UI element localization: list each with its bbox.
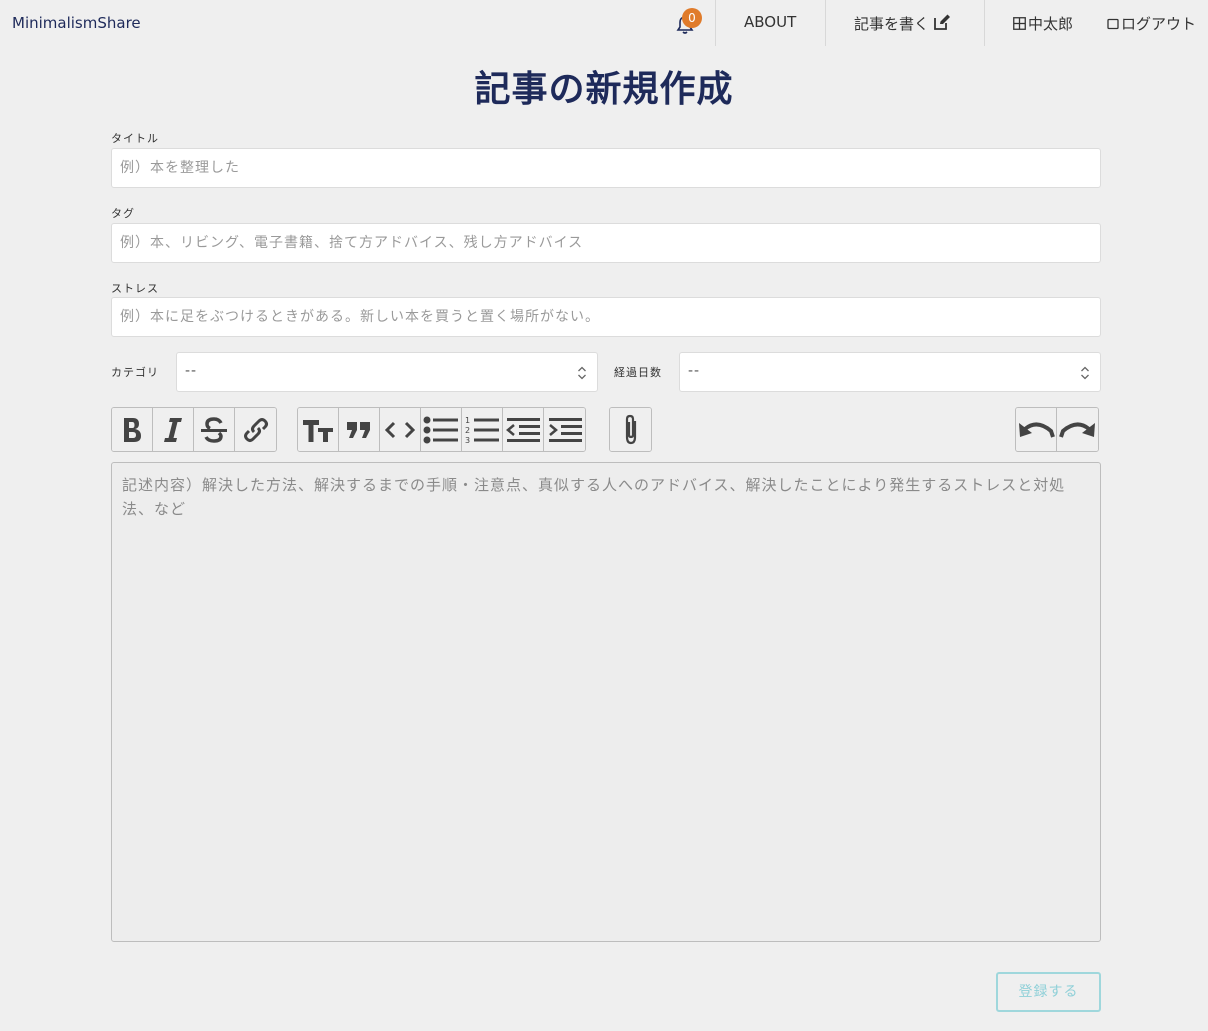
attachment-icon (625, 414, 636, 444)
indent-icon (548, 417, 582, 442)
nav-logout[interactable]: ログアウト (1107, 13, 1196, 34)
nav-divider (715, 0, 716, 46)
numbered-list-button[interactable]: 1 2 3 (462, 408, 503, 451)
nav-divider (984, 0, 985, 46)
submit-button[interactable]: 登録する (996, 972, 1101, 1012)
undo-icon (1019, 422, 1055, 438)
nav-about[interactable]: ABOUT (744, 13, 796, 31)
attach-file-button[interactable] (610, 408, 651, 451)
italic-button[interactable] (153, 408, 194, 451)
heading-button[interactable] (298, 408, 339, 451)
category-label: カテゴリ (111, 366, 159, 379)
code-icon (384, 421, 416, 438)
title-input[interactable] (111, 148, 1101, 188)
toolbar-history-group (1015, 407, 1099, 452)
link-icon (243, 417, 268, 442)
elapsed-days-select[interactable]: -- (679, 352, 1101, 392)
page-title: 記事の新規作成 (474, 69, 734, 110)
svg-text:2: 2 (465, 426, 470, 435)
editor-placeholder: 記述内容）解決した方法、解決するまでの手順・注意点、真似する人へのアドバイス、解… (122, 476, 1066, 518)
top-navbar: MinimalismShare 0 ABOUT 記事を書く 中太郎 ログアウト (0, 0, 1208, 47)
toolbar-block-group: 1 2 3 (297, 407, 586, 452)
svg-text:3: 3 (465, 436, 470, 445)
brand-logo[interactable]: MinimalismShare (12, 14, 141, 32)
tags-input[interactable] (111, 223, 1101, 263)
tags-label: タグ (111, 207, 135, 220)
bold-button[interactable] (112, 408, 153, 451)
category-select[interactable]: -- (176, 352, 598, 392)
toolbar-file-group (609, 407, 652, 452)
strikethrough-icon (201, 416, 227, 443)
elapsed-days-label: 経過日数 (614, 366, 662, 379)
nav-write-article[interactable]: 記事を書く (854, 13, 951, 34)
redo-icon (1058, 422, 1095, 438)
stress-input[interactable] (111, 297, 1101, 337)
link-button[interactable] (235, 408, 276, 451)
redo-button[interactable] (1057, 408, 1098, 451)
edit-icon (934, 14, 951, 30)
category-value: -- (185, 363, 198, 379)
nav-write-label: 記事を書く (854, 15, 930, 33)
bullet-list-button[interactable] (421, 408, 462, 451)
select-arrows-icon (578, 366, 586, 380)
notification-badge: 0 (682, 8, 702, 28)
user-name: 中太郎 (1028, 15, 1074, 33)
user-icon (1013, 17, 1026, 30)
nav-divider (825, 0, 826, 46)
logout-icon (1107, 18, 1119, 30)
quote-icon (347, 421, 370, 438)
numbered-list-icon: 1 2 3 (465, 416, 499, 445)
bold-icon (124, 417, 141, 442)
content-editor[interactable]: 記述内容）解決した方法、解決するまでの手順・注意点、真似する人へのアドバイス、解… (111, 462, 1101, 942)
bullet-list-icon (423, 416, 458, 443)
outdent-icon (506, 417, 540, 442)
italic-icon (164, 417, 182, 442)
strikethrough-button[interactable] (194, 408, 235, 451)
elapsed-days-value: -- (688, 363, 701, 379)
select-arrows-icon (1081, 366, 1089, 380)
indent-button[interactable] (544, 408, 585, 451)
undo-button[interactable] (1016, 408, 1057, 451)
title-label: タイトル (111, 132, 159, 145)
outdent-button[interactable] (503, 408, 544, 451)
code-button[interactable] (380, 408, 421, 451)
quote-button[interactable] (339, 408, 380, 451)
heading-icon (303, 419, 333, 442)
stress-label: ストレス (111, 282, 159, 295)
toolbar-text-group (111, 407, 277, 452)
svg-text:1: 1 (465, 416, 470, 425)
logout-label: ログアウト (1121, 15, 1197, 33)
nav-user[interactable]: 中太郎 (1013, 13, 1073, 34)
